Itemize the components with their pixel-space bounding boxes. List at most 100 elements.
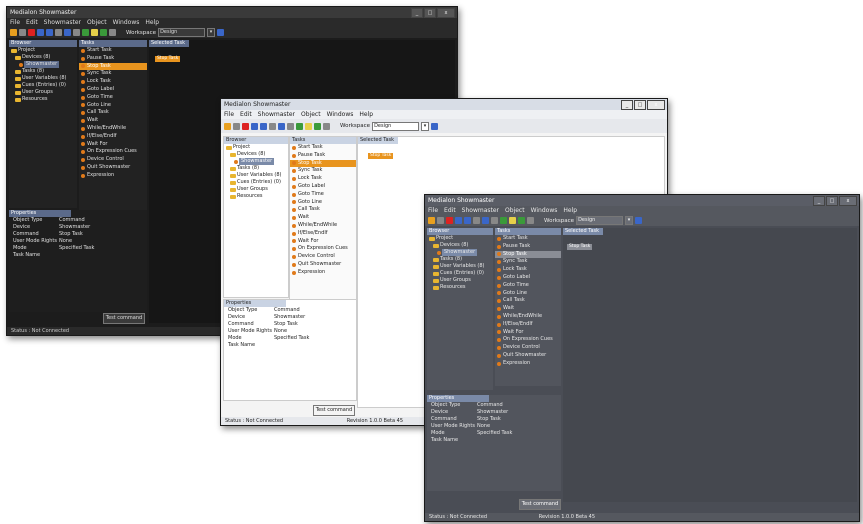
property-row[interactable]: Object Type Command	[9, 217, 147, 224]
tree-item-resources[interactable]: Resources	[427, 284, 493, 291]
tree-item-user-groups[interactable]: User Groups	[9, 89, 77, 96]
tree-item-devices[interactable]: Devices (8)	[9, 54, 77, 61]
command-item[interactable]: If/Else/EndIf	[495, 321, 561, 329]
menu-windows[interactable]: Windows	[531, 207, 558, 214]
menu-edit[interactable]: Edit	[26, 19, 38, 26]
command-item[interactable]: While/EndWhile	[290, 222, 356, 230]
record-icon[interactable]	[109, 29, 116, 36]
menu-object[interactable]: Object	[301, 111, 321, 118]
tree-item-project[interactable]: Project	[9, 47, 77, 54]
close-button[interactable]: x	[839, 195, 857, 206]
cursor-icon[interactable]	[278, 122, 285, 130]
record-icon[interactable]	[527, 217, 534, 224]
cursor-icon[interactable]	[64, 29, 71, 36]
tree-item-cues[interactable]: Cues (Entries) (0)	[9, 82, 77, 89]
minimize-button[interactable]: _	[411, 7, 423, 18]
command-item-selected[interactable]: Stop Task	[290, 159, 356, 168]
property-row[interactable]: User Mode Rights None	[224, 328, 356, 335]
stop-icon[interactable]	[446, 217, 453, 224]
step-icon[interactable]	[464, 217, 471, 224]
property-row[interactable]: Task Name	[224, 342, 356, 349]
command-item[interactable]: Pause Task	[79, 55, 147, 63]
property-row[interactable]: Object Type Command	[224, 307, 356, 314]
command-item[interactable]: Expression	[79, 172, 147, 180]
command-item[interactable]: Wait For	[290, 238, 356, 246]
command-item[interactable]: Start Task	[495, 235, 561, 243]
menu-windows[interactable]: Windows	[327, 111, 354, 118]
command-item[interactable]: Quit Showmaster	[290, 261, 356, 269]
command-item[interactable]: Wait For	[79, 141, 147, 149]
tree-item-showmaster[interactable]: Showmaster	[9, 61, 77, 68]
command-item[interactable]: While/EndWhile	[79, 125, 147, 133]
task-chip[interactable]: Stop Task	[368, 153, 394, 159]
lock-icon[interactable]	[91, 29, 98, 36]
test-command-button[interactable]: Test command	[519, 499, 561, 510]
pause-icon[interactable]	[473, 217, 480, 224]
play-icon[interactable]	[37, 29, 44, 36]
tree-item-devices[interactable]: Devices (8)	[224, 151, 288, 158]
menu-showmaster[interactable]: Showmaster	[462, 207, 499, 214]
tree-item-project[interactable]: Project	[427, 235, 493, 242]
menu-help[interactable]: Help	[145, 19, 159, 26]
edit-icon[interactable]	[82, 29, 89, 36]
menu-file[interactable]: File	[428, 207, 438, 214]
stop-icon[interactable]	[242, 122, 249, 130]
command-item[interactable]: While/EndWhile	[495, 313, 561, 321]
command-item[interactable]: Start Task	[290, 144, 356, 152]
command-item[interactable]: Goto Label	[495, 274, 561, 282]
edit-icon[interactable]	[296, 122, 303, 130]
step-icon[interactable]	[46, 29, 53, 36]
property-row[interactable]: Command Stop Task	[427, 416, 561, 423]
command-item[interactable]: Goto Line	[495, 290, 561, 298]
command-item[interactable]: Wait For	[495, 329, 561, 337]
tree-item-cues[interactable]: Cues (Entries) (0)	[427, 270, 493, 277]
command-item[interactable]: Wait	[495, 305, 561, 313]
menu-help[interactable]: Help	[563, 207, 577, 214]
command-item[interactable]: Quit Showmaster	[79, 164, 147, 172]
tree-item-resources[interactable]: Resources	[9, 96, 77, 103]
run-icon[interactable]	[314, 122, 321, 130]
open-icon[interactable]	[224, 122, 231, 130]
property-row[interactable]: Mode Specified Task	[9, 245, 147, 252]
workspace-settings-icon[interactable]	[635, 217, 643, 224]
play-icon[interactable]	[251, 122, 258, 130]
tree-item-showmaster[interactable]: Showmaster	[427, 249, 493, 256]
property-row[interactable]: Task Name	[9, 252, 147, 259]
tree-item-tasks[interactable]: Tasks (8)	[224, 165, 288, 172]
minimize-button[interactable]: _	[621, 99, 633, 110]
tree-item-user-variables[interactable]: User Variables (8)	[224, 172, 288, 179]
command-item[interactable]: On Expression Cues	[290, 245, 356, 253]
command-item-selected[interactable]: Stop Task	[79, 62, 147, 71]
tree-item-showmaster[interactable]: Showmaster	[224, 158, 288, 165]
menu-showmaster[interactable]: Showmaster	[44, 19, 81, 26]
maximize-button[interactable]: □	[634, 99, 646, 110]
canvas-panel[interactable]: Selected Task Stop Task	[563, 228, 857, 502]
menu-object[interactable]: Object	[505, 207, 525, 214]
command-item[interactable]: Pause Task	[495, 243, 561, 251]
chevron-down-icon[interactable]: ▾	[421, 121, 430, 131]
close-button[interactable]: x	[437, 7, 455, 18]
command-item[interactable]: Sync Task	[290, 167, 356, 175]
command-item[interactable]: Wait	[79, 117, 147, 125]
command-item[interactable]: Call Task	[495, 297, 561, 305]
command-item[interactable]: Goto Time	[495, 282, 561, 290]
showmaster-window-grey[interactable]: Medialon Showmaster _ □ x File Edit Show…	[424, 194, 860, 522]
command-item[interactable]: Pause Task	[290, 152, 356, 160]
tree-item-user-variables[interactable]: User Variables (8)	[9, 75, 77, 82]
maximize-button[interactable]: □	[424, 7, 436, 18]
command-item[interactable]: Device Control	[79, 156, 147, 164]
tree-item-tasks[interactable]: Tasks (8)	[427, 256, 493, 263]
chevron-down-icon[interactable]: ▾	[207, 28, 216, 37]
workspace-settings-icon[interactable]	[431, 122, 439, 130]
pause-icon[interactable]	[269, 122, 276, 130]
close-button[interactable]: x	[647, 99, 665, 110]
command-item[interactable]: Call Task	[290, 206, 356, 214]
tree-item-user-groups[interactable]: User Groups	[224, 186, 288, 193]
menu-object[interactable]: Object	[87, 19, 107, 26]
command-item[interactable]: Lock Task	[79, 78, 147, 86]
command-item[interactable]: Quit Showmaster	[495, 352, 561, 360]
menu-help[interactable]: Help	[359, 111, 373, 118]
wrench-icon[interactable]	[73, 29, 80, 36]
save-icon[interactable]	[437, 217, 444, 224]
command-item[interactable]: Lock Task	[290, 175, 356, 183]
